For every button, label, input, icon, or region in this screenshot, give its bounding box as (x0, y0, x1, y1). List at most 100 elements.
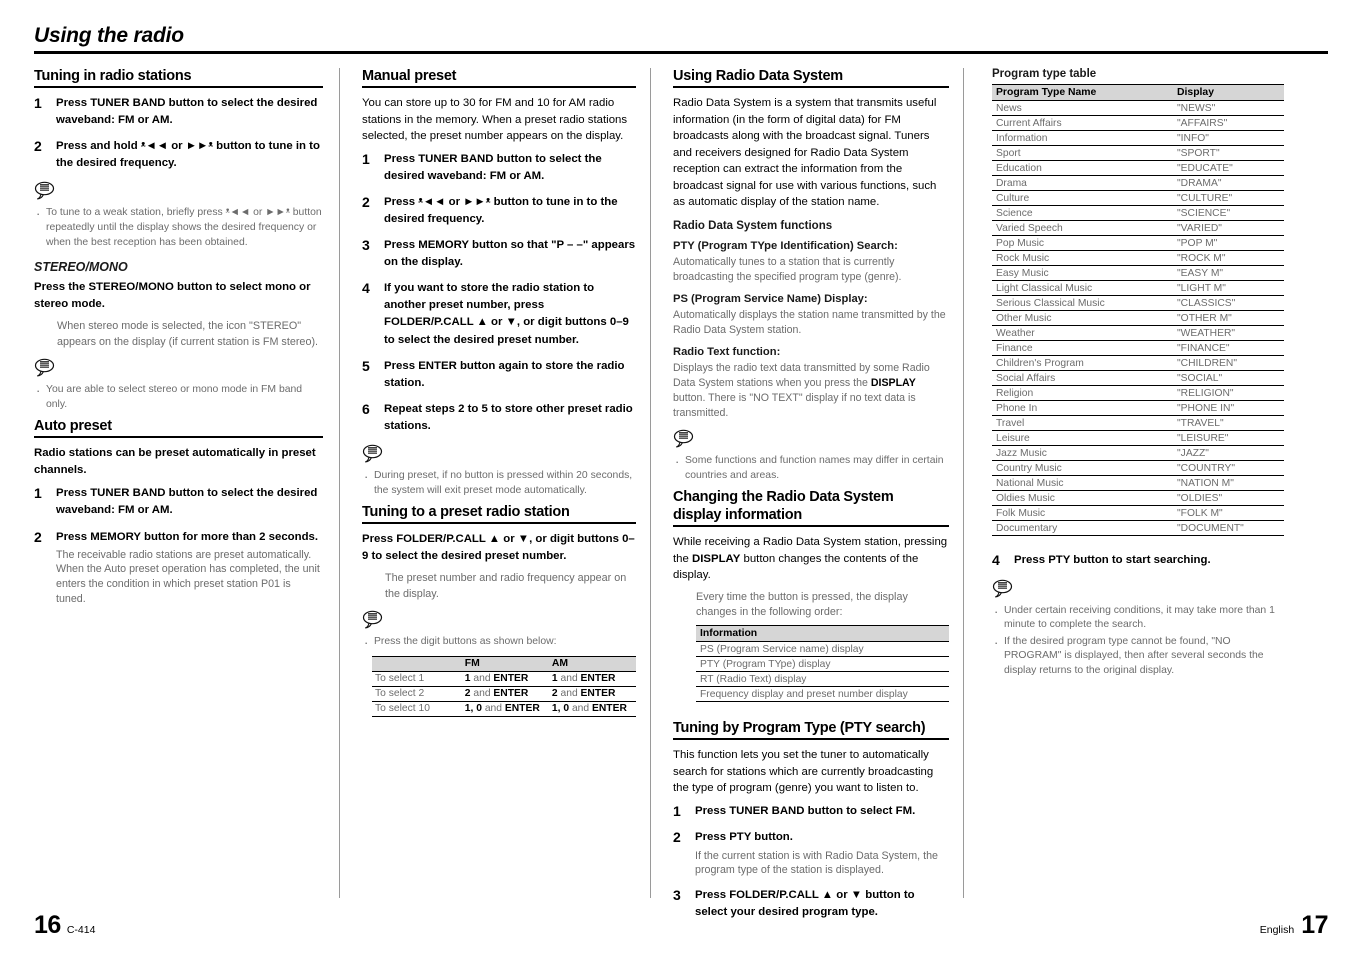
table-row: Current Affairs "AFFAIRS" (992, 115, 1284, 131)
step-item: 1 Press TUNER BAND button to select FM. (673, 803, 949, 821)
program-type-display: "WEATHER" (1173, 325, 1284, 341)
step-list: 1 Press TUNER BAND button to select the … (362, 151, 636, 436)
table-row: National Music "NATION M" (992, 475, 1284, 491)
column-1: Tuning in radio stations 1 Press TUNER B… (34, 68, 339, 898)
program-type-display: "VARIED" (1173, 220, 1284, 236)
program-type-name: Country Music (992, 460, 1174, 476)
table-row: Oldies Music "OLDIES" (992, 490, 1284, 506)
display-button-keyword: DISPLAY (692, 552, 741, 565)
fm-enter: ENTER (493, 688, 529, 700)
step-number: 2 (673, 829, 681, 846)
step-number: 6 (362, 400, 370, 417)
step-item: 1 Press TUNER BAND button to select the … (362, 151, 636, 185)
program-type-name: Oldies Music (992, 490, 1174, 506)
step-item: 6 Repeat steps 2 to 5 to store other pre… (362, 401, 636, 435)
display-order-item: RT (Radio Text) display (696, 671, 949, 688)
program-type-name: Social Affairs (992, 370, 1174, 386)
section-heading: Tuning by Program Type (PTY search) (673, 720, 926, 737)
step-text: Press PTY button to start searching. (1014, 554, 1211, 566)
table-header-row: FM AM (372, 655, 636, 672)
table-row: Country Music "COUNTRY" (992, 460, 1284, 476)
heading-rule (362, 522, 636, 525)
note-item: To tune to a weak station, briefly press… (34, 205, 323, 250)
program-type-display: "CULTURE" (1173, 190, 1284, 206)
note-list: You are able to select stereo or mono mo… (34, 382, 323, 412)
step-item: 3 Press MEMORY button so that "P – –" ap… (362, 237, 636, 271)
program-type-name: Drama (992, 175, 1174, 191)
step-number: 1 (673, 802, 681, 819)
table-row: Rock Music "ROCK M" (992, 250, 1284, 266)
program-type-name: Information (992, 130, 1174, 146)
step-item: 4 If you want to store the radio station… (362, 280, 636, 348)
page-number-left: 16 (34, 911, 61, 939)
radio-text-body: Displays the radio text data transmitted… (673, 361, 949, 421)
header-divider (34, 51, 1328, 54)
section-auto-preset: Auto preset Radio stations can be preset… (34, 418, 323, 607)
table-row: Information "INFO" (992, 130, 1284, 146)
program-type-display: "DRAMA" (1173, 175, 1284, 191)
program-type-name: Leisure (992, 430, 1174, 446)
section-tuning-to-preset-station: Tuning to a preset radio station Press F… (362, 504, 636, 717)
note-bubble-icon (673, 429, 949, 453)
subsection-detail: When stereo mode is selected, the icon "… (57, 320, 319, 348)
note-block: Some functions and function names may di… (673, 429, 949, 483)
table-row: Finance "FINANCE" (992, 340, 1284, 356)
table-row: Varied Speech "VARIED" (992, 220, 1284, 236)
column-header-fm: FM (461, 655, 549, 672)
footer-left: 16 C-414 (34, 911, 95, 940)
program-type-name: Science (992, 205, 1174, 221)
program-type-display: "PHONE IN" (1173, 400, 1284, 416)
program-type-display: "LEISURE" (1173, 430, 1284, 446)
page-footer: 16 C-414 English 17 (34, 911, 1328, 940)
section-lead: This function lets you set the tuner to … (673, 749, 934, 795)
subsection-heading: STEREO/MONO (34, 260, 128, 275)
program-type-name: Religion (992, 385, 1174, 401)
footer-right: English 17 (1260, 911, 1329, 940)
note-bubble-icon (992, 579, 1284, 603)
program-type-table: Program Type Name Display News "NEWS" Curr… (992, 84, 1284, 536)
program-type-display: "JAZZ" (1173, 445, 1284, 461)
program-type-name: Varied Speech (992, 220, 1174, 236)
table-header-row: Program Type Name Display (992, 84, 1284, 101)
heading-rule (673, 525, 949, 528)
step-number: 2 (362, 193, 370, 210)
step-item: 1 Press TUNER BAND button to select the … (34, 485, 323, 519)
table-row: Weather "WEATHER" (992, 325, 1284, 341)
program-type-name: Jazz Music (992, 445, 1174, 461)
step-text: Press TUNER BAND button to select FM. (695, 804, 916, 817)
note-item: You are able to select stereo or mono mo… (34, 382, 323, 412)
program-type-name: Documentary (992, 520, 1174, 536)
section-heading: Auto preset (34, 418, 112, 435)
step-number: 2 (34, 138, 42, 155)
note-block: Press the digit buttons as shown below: (362, 610, 636, 652)
section-detail: The preset number and radio frequency ap… (385, 572, 627, 600)
program-type-table-body: News "NEWS" Current Affairs "AFFAIRS" Inform… (992, 100, 1284, 536)
step-item: 5 Press ENTER button again to store the … (362, 358, 636, 392)
digit-table-body: To select 1 1 and ENTER 1 and ENTER To s… (372, 671, 636, 717)
cell-am: 2 and ENTER (548, 686, 636, 702)
note-item: Under certain receiving conditions, it m… (992, 602, 1284, 633)
program-type-name: Education (992, 160, 1174, 176)
cell-am: 1 and ENTER (548, 671, 636, 687)
program-type-name: Current Affairs (992, 115, 1174, 131)
table-row: RT (Radio Text) display (696, 671, 949, 688)
table-row: Social Affairs "SOCIAL" (992, 370, 1284, 386)
step-text: Press MEMORY button so that "P – –" appe… (384, 239, 636, 269)
section-detail: Every time the button is pressed, the di… (696, 590, 908, 619)
program-type-display: "TRAVEL" (1173, 415, 1284, 431)
step-text: Press PTY button. (695, 831, 793, 844)
program-type-display: "ROCK M" (1173, 250, 1284, 266)
step-number: 4 (992, 552, 1000, 568)
note-item: If the desired program type cannot be fo… (992, 634, 1284, 679)
display-button-keyword: DISPLAY (870, 376, 916, 389)
program-type-name: Easy Music (992, 265, 1174, 281)
program-type-display: "RELIGION" (1173, 385, 1284, 401)
program-type-name: Other Music (992, 310, 1174, 326)
program-type-display: "FOLK M" (1173, 505, 1284, 521)
step-item: 2 Press PTY button. If the current stati… (673, 829, 949, 878)
table-row: To select 2 2 and ENTER 2 and ENTER (372, 686, 636, 702)
program-type-name: Culture (992, 190, 1174, 206)
step-number: 1 (362, 150, 370, 167)
section-using-radio-data-system: Using Radio Data System Radio Data Syste… (673, 68, 949, 483)
table-row: Other Music "OTHER M" (992, 310, 1284, 326)
